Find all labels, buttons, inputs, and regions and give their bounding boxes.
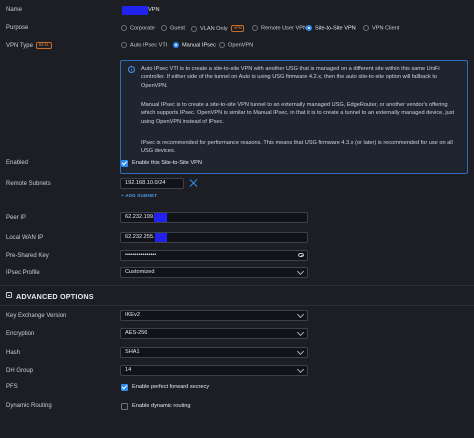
hash-select[interactable]: SHA1	[120, 347, 308, 358]
purpose-option-vpn-client[interactable]: VPN Client	[363, 25, 399, 31]
dh-group-select[interactable]: 14	[120, 365, 308, 376]
dynamic-routing-label: Dynamic Routing	[6, 403, 52, 409]
peer-ip-input[interactable]: 62.232.199.	[120, 212, 308, 223]
encryption-value: AES-256	[125, 330, 148, 336]
enabled-checkbox-label: Enable this Site-to-Site VPN	[132, 160, 202, 166]
beta-tag: BETA	[35, 42, 52, 49]
radio-icon	[363, 25, 369, 31]
vpn-type-option-openvpn[interactable]: OpenVPN	[219, 42, 253, 48]
info-paragraph-auto: Auto IPsec VTI is to create a site-to-si…	[141, 66, 440, 89]
peer-ip-value: 62.232.199.	[125, 214, 155, 220]
vpn-tag: VPN	[230, 25, 245, 32]
local-wan-ip-value: 62.232.255.	[125, 234, 155, 240]
purpose-option-vlan-only[interactable]: VLAN Only VPN	[191, 25, 245, 32]
enabled-checkbox[interactable]	[121, 160, 128, 167]
chevron-down-icon	[296, 329, 305, 337]
encryption-select[interactable]: AES-256	[120, 328, 308, 339]
redaction-block	[154, 213, 167, 222]
name-label: Name	[6, 7, 23, 13]
collapse-icon[interactable]	[6, 292, 12, 298]
chevron-down-icon	[296, 268, 305, 276]
info-paragraph-recommendation: IPsec is recommended for performance rea…	[141, 140, 453, 155]
radio-selected-icon	[173, 42, 179, 48]
radio-selected-icon	[306, 25, 312, 31]
local-wan-ip-input[interactable]: 62.232.255.	[120, 232, 308, 243]
dynamic-routing-checkbox[interactable]	[121, 403, 128, 410]
remote-subnet-input[interactable]: 192.168.10.0/24	[120, 178, 184, 189]
hash-label: Hash	[6, 350, 21, 356]
remote-subnets-label: Remote Subnets	[6, 181, 51, 187]
radio-icon	[219, 42, 225, 48]
show-password-icon[interactable]	[298, 253, 304, 257]
name-value[interactable]: VPN	[148, 7, 160, 13]
local-wan-ip-label: Local WAN IP	[6, 235, 44, 241]
redaction-block	[122, 6, 148, 15]
dh-group-value: 14	[125, 367, 132, 373]
chevron-down-icon	[296, 348, 305, 356]
peer-ip-label: Peer IP	[6, 215, 27, 221]
vpn-type-option-manual-ipsec[interactable]: Manual IPsec	[173, 42, 216, 48]
pfs-checkbox[interactable]	[121, 384, 128, 391]
dh-group-label: DH Group	[6, 368, 34, 374]
key-exchange-value: IKEv2	[125, 312, 140, 318]
pfs-label: PFS	[6, 384, 18, 390]
key-exchange-select[interactable]: IKEv2	[120, 310, 308, 321]
ipsec-profile-label: IPsec Profile	[6, 270, 40, 276]
purpose-option-remote-user-vpn[interactable]: Remote User VPN	[252, 25, 307, 31]
pre-shared-key-value: ••••••••••••••••	[125, 252, 157, 258]
chevron-down-icon	[296, 311, 305, 319]
pre-shared-key-input[interactable]: ••••••••••••••••	[120, 250, 308, 261]
vpn-type-label: VPN Type BETA	[6, 42, 52, 49]
purpose-label: Purpose	[6, 25, 29, 31]
purpose-option-site-to-site-vpn[interactable]: Site-to-Site VPN	[306, 25, 356, 31]
chevron-down-icon	[296, 366, 305, 374]
add-subnet-link[interactable]: + ADD SUBNET	[121, 193, 157, 198]
section-divider	[0, 305, 474, 306]
redaction-block	[155, 233, 167, 242]
key-exchange-label: Key Exchange Version	[6, 313, 67, 319]
advanced-options-heading[interactable]: ADVANCED OPTIONS	[16, 292, 94, 301]
info-paragraph-manual: Manual IPsec is to create a site-to-site…	[141, 102, 455, 125]
radio-icon	[161, 25, 167, 31]
hash-value: SHA1	[125, 349, 140, 355]
radio-icon	[191, 25, 197, 32]
ipsec-profile-select[interactable]: Customized	[120, 267, 308, 278]
encryption-label: Encryption	[6, 331, 35, 337]
radio-icon	[121, 25, 127, 31]
remove-subnet-icon[interactable]	[189, 179, 197, 187]
radio-icon	[121, 42, 127, 48]
pfs-checkbox-label: Enable perfect forward secrecy	[132, 384, 210, 390]
vpn-type-option-auto-ipsec-vti[interactable]: Auto IPsec VTI	[121, 42, 167, 48]
purpose-option-guest[interactable]: Guest	[161, 25, 185, 31]
radio-icon	[252, 25, 258, 31]
purpose-option-corporate[interactable]: Corporate	[121, 25, 155, 31]
enabled-label: Enabled	[6, 160, 29, 166]
ipsec-profile-value: Customized	[125, 269, 155, 275]
section-divider	[0, 285, 474, 286]
info-icon: i	[128, 66, 135, 73]
pre-shared-key-label: Pre-Shared Key	[6, 253, 49, 259]
vpn-type-info-box: i Auto IPsec VTI is to create a site-to-…	[120, 60, 468, 174]
dynamic-routing-checkbox-label: Enable dynamic routing	[132, 403, 191, 409]
